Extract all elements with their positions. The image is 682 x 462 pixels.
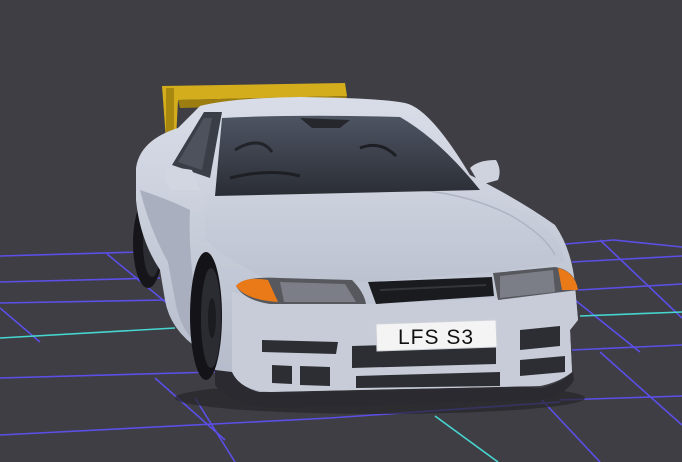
scene-canvas: LFS S3 [0,83,682,462]
windshield [215,115,480,196]
license-plate: LFS S3 [375,319,498,352]
car-model: LFS S3 [133,83,578,408]
3d-viewport[interactable]: LFS S3 [0,0,682,462]
license-plate-text: LFS S3 [398,326,474,349]
